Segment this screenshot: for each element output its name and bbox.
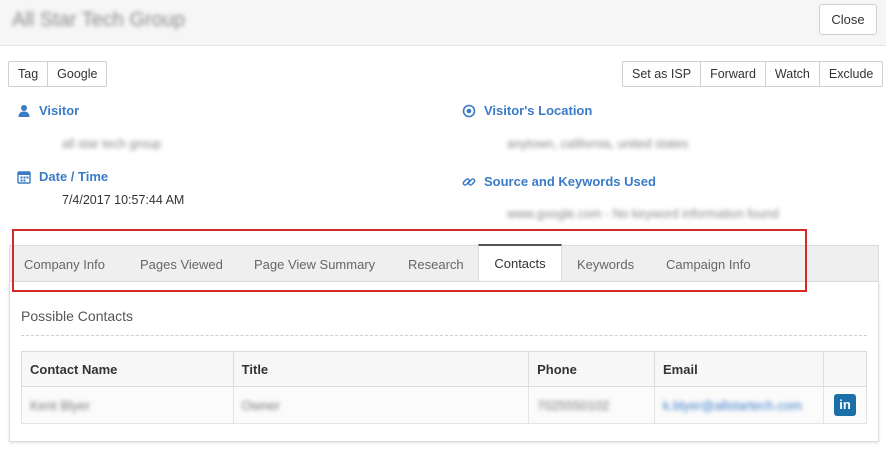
linkedin-icon[interactable]: in <box>833 394 856 416</box>
tab-page-view-summary[interactable]: Page View Summary <box>254 246 375 282</box>
company-title: All Star Tech Group <box>12 9 186 31</box>
source-value: www.google.com - No keyword information … <box>507 207 779 221</box>
visitor-heading: Visitor <box>17 103 79 118</box>
exclude-button[interactable]: Exclude <box>818 61 884 87</box>
contacts-panel: Possible Contacts Contact Name Title Pho… <box>9 281 879 442</box>
contact-email-link[interactable]: k.blyer@allstartech.com <box>663 398 802 413</box>
tab-pages-viewed[interactable]: Pages Viewed <box>140 246 223 282</box>
detail-tabs: Company Info Pages Viewed Page View Summ… <box>9 244 879 282</box>
tab-keywords[interactable]: Keywords <box>577 246 634 282</box>
map-pin-icon <box>462 104 476 118</box>
contact-phone-cell: 7025550102 <box>528 386 656 424</box>
tab-research[interactable]: Research <box>408 246 464 282</box>
source-label: Source and Keywords Used <box>484 174 656 189</box>
user-icon <box>17 104 31 118</box>
dialog-header: All Star Tech Group Close <box>0 0 886 46</box>
contact-title: Owner <box>241 397 280 413</box>
datetime-label: Date / Time <box>39 169 109 184</box>
set-as-isp-button[interactable]: Set as ISP <box>622 61 702 87</box>
tag-button[interactable]: Tag <box>8 61 49 87</box>
contact-linkedin-cell: in <box>822 386 868 424</box>
tab-campaign-info[interactable]: Campaign Info <box>666 246 751 282</box>
visitor-value: all star tech group <box>62 137 162 151</box>
close-button[interactable]: Close <box>819 4 877 35</box>
tab-company-info[interactable]: Company Info <box>24 246 105 282</box>
column-header-phone: Phone <box>528 351 656 387</box>
panel-divider <box>21 335 867 336</box>
source-heading: Source and Keywords Used <box>462 174 656 189</box>
location-value: anytown, california, united states <box>507 137 689 151</box>
column-header-actions <box>822 351 868 387</box>
google-button[interactable]: Google <box>47 61 108 87</box>
calendar-icon <box>17 170 31 184</box>
panel-title: Possible Contacts <box>21 308 134 324</box>
watch-button[interactable]: Watch <box>764 61 820 87</box>
datetime-value: 7/4/2017 10:57:44 AM <box>62 193 185 207</box>
contact-title-cell: Owner <box>232 386 530 424</box>
datetime-heading: Date / Time <box>17 169 108 184</box>
contact-name: Kent Blyer <box>30 397 90 413</box>
contact-phone: 7025550102 <box>537 397 610 413</box>
table-row: Kent Blyer Owner 7025550102 k.blyer@alls… <box>21 386 868 424</box>
right-action-group: Set as ISP Forward Watch Exclude <box>622 61 884 87</box>
tab-contacts[interactable]: Contacts <box>478 244 562 281</box>
column-header-title: Title <box>232 351 530 387</box>
link-icon <box>462 175 476 189</box>
visitor-label: Visitor <box>39 103 80 118</box>
column-header-contact-name: Contact Name <box>21 351 234 387</box>
contact-name-cell: Kent Blyer <box>21 386 234 424</box>
table-header-row: Contact Name Title Phone Email <box>21 351 868 387</box>
forward-button[interactable]: Forward <box>700 61 766 87</box>
column-header-email: Email <box>654 351 824 387</box>
contact-email-cell: k.blyer@allstartech.com <box>654 386 824 424</box>
location-label: Visitor's Location <box>484 103 593 118</box>
location-heading: Visitor's Location <box>462 103 592 118</box>
left-action-group: Tag Google <box>8 61 108 87</box>
contacts-table: Contact Name Title Phone Email Kent Blye… <box>21 351 868 424</box>
